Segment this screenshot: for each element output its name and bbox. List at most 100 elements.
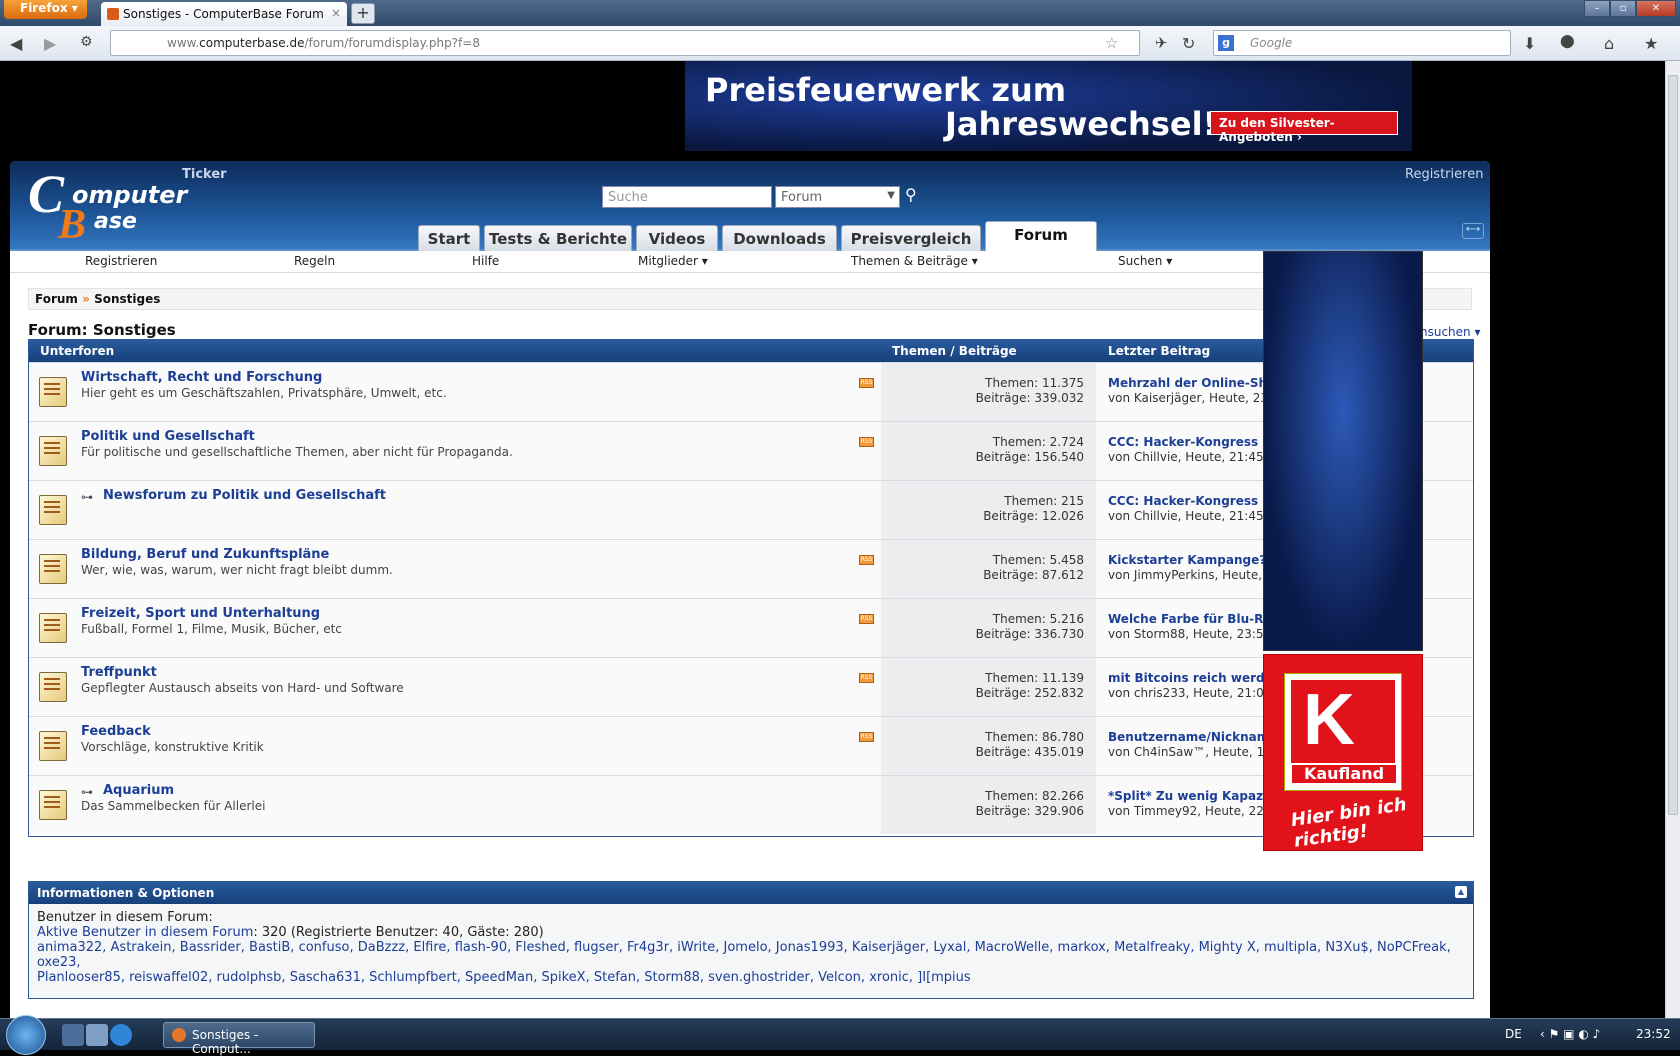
browser-tab[interactable]: Sonstiges - ComputerBase Forum ×: [101, 2, 347, 26]
tab-forum[interactable]: Forum: [985, 221, 1097, 251]
computerbase-logo[interactable]: Computer Base: [26, 163, 187, 248]
forum-title-link[interactable]: Newsforum zu Politik und Gesellschaft: [103, 488, 386, 503]
forum-description: Hier geht es um Geschäftszahlen, Privats…: [81, 386, 447, 400]
banner-line2: Jahreswechsel!: [945, 105, 1218, 143]
breadcrumb-forum-link[interactable]: Forum: [35, 292, 78, 306]
site-search-input[interactable]: Suche: [602, 186, 772, 208]
themen-count: Themen: 5.216: [992, 612, 1084, 626]
rss-icon[interactable]: RSS: [859, 437, 874, 447]
forum-row: Politik und Gesellschaft Für politische u…: [29, 421, 1473, 480]
forum-status-icon: [39, 731, 67, 761]
breadcrumb-current: Sonstiges: [94, 292, 161, 306]
forum-stats: Themen: 5.458 Beiträge: 87.612: [881, 540, 1096, 598]
tray-language[interactable]: DE: [1505, 1027, 1522, 1041]
rss-icon[interactable]: RSS: [859, 378, 874, 388]
forum-title-link[interactable]: Treffpunkt: [81, 665, 157, 680]
subnav-themen-beitraege[interactable]: Themen & Beiträge ▾: [851, 254, 978, 268]
minimize-button[interactable]: –: [1584, 0, 1610, 17]
back-icon[interactable]: ◀: [10, 34, 22, 53]
reload-icon[interactable]: ↻: [1182, 34, 1195, 53]
taskbar-firefox-window[interactable]: Sonstiges - Comput...: [163, 1022, 315, 1056]
scrollbar-thumb[interactable]: [1668, 75, 1678, 815]
info-options-panel: Informationen & Optionen ▲ Benutzer in d…: [28, 881, 1474, 999]
clock[interactable]: 23:52: [1636, 1027, 1671, 1041]
forum-title-link[interactable]: Bildung, Beruf und Zukunftspläne: [81, 547, 329, 562]
subnav-hilfe[interactable]: Hilfe: [472, 254, 499, 268]
forum-title-link[interactable]: Wirtschaft, Recht und Forschung: [81, 370, 322, 385]
start-button[interactable]: [6, 1015, 46, 1055]
users-list-line1[interactable]: anima322, Astrakein, Bassrider, BastiB, …: [37, 940, 1467, 970]
tab-videos[interactable]: Videos: [636, 225, 718, 251]
last-post-title-link[interactable]: CCC: Hacker-Kongress m: [1108, 494, 1275, 508]
banner-cta-button[interactable]: Zu den Silvester-Angeboten ›: [1210, 111, 1398, 144]
themen-count: Themen: 2.724: [992, 435, 1084, 449]
rss-icon[interactable]: RSS: [859, 614, 874, 624]
collapse-icon[interactable]: ▲: [1455, 886, 1467, 898]
url-bar[interactable]: www.computerbase.de/forum/forumdisplay.p…: [110, 30, 1140, 56]
maximize-button[interactable]: ▫: [1610, 0, 1636, 17]
top-banner-ad[interactable]: Preisfeuerwerk zum Jahreswechsel! Zu den…: [685, 61, 1412, 151]
side-ad-starry[interactable]: [1263, 251, 1423, 651]
url-prefix: www.: [167, 36, 200, 50]
bookmarks-menu-icon[interactable]: ★: [1644, 34, 1658, 53]
page-scrollbar[interactable]: [1665, 61, 1680, 1018]
last-post-title-link[interactable]: Welche Farbe für Blu-Ra: [1108, 612, 1271, 626]
forum-title-link[interactable]: Freizeit, Sport und Unterhaltung: [81, 606, 320, 621]
expand-width-icon[interactable]: ⟷: [1462, 223, 1484, 239]
subnav-registrieren[interactable]: Registrieren: [85, 254, 157, 268]
forum-title-link[interactable]: Feedback: [81, 724, 151, 739]
forward-icon[interactable]: ▶: [44, 34, 56, 53]
forum-description: Für politische und gesellschaftliche The…: [81, 445, 513, 459]
close-window-button[interactable]: ✕: [1636, 0, 1676, 17]
kaufland-ad[interactable]: K Kaufland Hier bin ich richtig!: [1263, 654, 1423, 852]
last-post-title-link[interactable]: mit Bitcoins reich werde: [1108, 671, 1273, 685]
firefox-menu-button[interactable]: Firefox ▾: [4, 0, 87, 19]
bookmark-star-icon[interactable]: ☆: [1105, 34, 1118, 52]
col-themen-beitraege: Themen / Beiträge: [892, 344, 1017, 358]
history-icon[interactable]: ⚙: [80, 34, 93, 50]
ticker-link[interactable]: Ticker: [182, 167, 227, 182]
tab-start[interactable]: Start: [418, 225, 480, 251]
tab-downloads[interactable]: Downloads: [722, 225, 837, 251]
explorer-icon[interactable]: [86, 1024, 108, 1046]
search-icon[interactable]: ⚲: [905, 185, 917, 204]
forum-status-icon: [39, 436, 67, 466]
rss-icon[interactable]: RSS: [859, 732, 874, 742]
col-letzter-beitrag: Letzter Beitrag: [1108, 344, 1211, 358]
forum-stats: Themen: 215 Beiträge: 12.026: [881, 481, 1096, 539]
last-post-title-link[interactable]: Kickstarter Kampange?: [1108, 553, 1266, 567]
tray-icons[interactable]: ‹ ⚑ ▣ ◐ ♪: [1540, 1027, 1600, 1041]
forum-title-link[interactable]: Aquarium: [103, 783, 174, 798]
new-tab-button[interactable]: +: [351, 3, 375, 24]
rss-icon[interactable]: RSS: [859, 673, 874, 683]
adblock-icon[interactable]: ⬤: [1560, 34, 1575, 49]
forum-title-link[interactable]: Politik und Gesellschaft: [81, 429, 255, 444]
subnav-mitglieder[interactable]: Mitglieder ▾: [638, 254, 708, 268]
tab-preisvergleich[interactable]: Preisvergleich: [841, 225, 981, 251]
subnav-regeln[interactable]: Regeln: [294, 254, 335, 268]
windows-taskbar: Sonstiges - Comput... DE ‹ ⚑ ▣ ◐ ♪ 23:52: [0, 1015, 1680, 1056]
show-desktop-icon[interactable]: [62, 1024, 84, 1046]
active-users-link[interactable]: Aktive Benutzer in diesem Forum: [37, 925, 253, 940]
subnav-suchen[interactable]: Suchen ▾: [1118, 254, 1172, 268]
beitraege-count: Beiträge: 252.832: [975, 686, 1084, 700]
home-icon[interactable]: ⌂: [1604, 34, 1614, 53]
search-scope-select[interactable]: Forum ▼: [775, 186, 900, 208]
register-top-link[interactable]: Registrieren: [1405, 167, 1483, 182]
addon-icon[interactable]: ✈: [1155, 34, 1168, 52]
forum-status-icon: [39, 554, 67, 584]
download-icon[interactable]: ⬇: [1523, 34, 1536, 53]
forum-search-menu[interactable]: hsuchen ▾: [1420, 325, 1481, 339]
users-list-line2[interactable]: Planlooser85, reiswaffel02, rudolphsb, S…: [37, 970, 1467, 985]
beitraege-count: Beiträge: 87.612: [983, 568, 1084, 582]
forum-row: ⊶ Newsforum zu Politik und Gesellschaft Th…: [29, 480, 1473, 539]
web-search-field[interactable]: g Google: [1213, 30, 1511, 56]
rss-icon[interactable]: RSS: [859, 555, 874, 565]
forum-stats: Themen: 11.375 Beiträge: 339.032: [881, 363, 1096, 421]
last-post-title-link[interactable]: CCC: Hacker-Kongress m: [1108, 435, 1275, 449]
last-post-title-link[interactable]: Mehrzahl der Online-Sho: [1108, 376, 1275, 390]
close-tab-icon[interactable]: ×: [331, 6, 341, 20]
internet-explorer-icon[interactable]: [110, 1024, 132, 1046]
info-body: Benutzer in diesem Forum: Aktive Benutze…: [37, 910, 1467, 985]
tab-tests-berichte[interactable]: Tests & Berichte: [484, 225, 632, 251]
